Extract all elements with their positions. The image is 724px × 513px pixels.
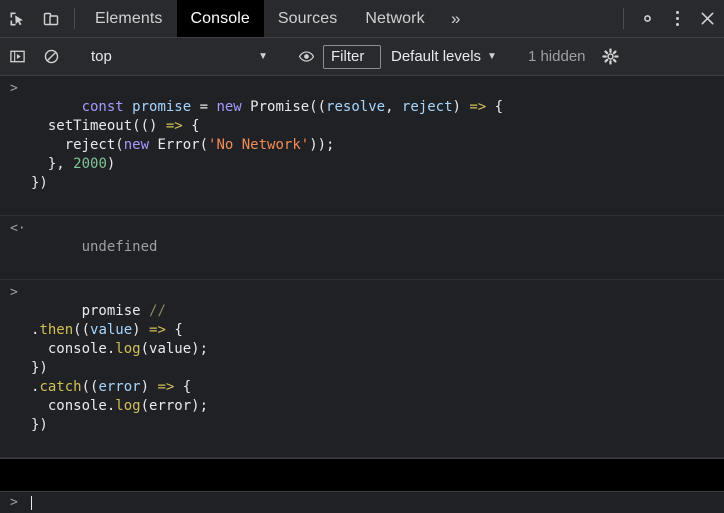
code-close-then-block: })	[31, 360, 48, 376]
log-levels-selector[interactable]: Default levels ▼	[381, 44, 507, 70]
console-input-entry-1[interactable]: > const promise = new Promise((resolve, r…	[0, 76, 724, 216]
chevron-down-icon-levels: ▼	[487, 51, 497, 62]
text-cursor	[31, 495, 32, 510]
code-brace-1: {	[486, 99, 504, 115]
code-brace-2: {	[182, 118, 200, 134]
code-open-then: ((	[73, 322, 91, 338]
tabbar-right-controls	[617, 0, 724, 37]
code-arrow-1: =>	[469, 99, 487, 115]
code-reject-call: reject(	[31, 137, 124, 153]
code-close-5: })	[31, 175, 48, 191]
code-arrow-then: =>	[149, 322, 166, 338]
close-icon[interactable]	[690, 0, 724, 37]
code-param-resolve: resolve	[326, 99, 386, 115]
code-number-2000: 2000	[73, 156, 107, 172]
more-options-icon[interactable]	[664, 0, 690, 37]
devtools-tabbar: Elements Console Sources Network »	[0, 0, 724, 38]
code-var-promise: promise	[123, 99, 200, 115]
tab-elements[interactable]: Elements	[81, 0, 177, 37]
tab-network[interactable]: Network	[351, 0, 438, 37]
result-value-undefined: undefined	[81, 239, 158, 255]
console-filter-toolbar: top ▼ Filter Default levels ▼ 1 hidden	[0, 38, 724, 76]
prompt-marker: >	[10, 495, 18, 510]
inspect-cursor-icon[interactable]	[0, 0, 34, 37]
code-close-4b: )	[106, 156, 116, 172]
console-result-entry-1[interactable]: <· undefined	[0, 216, 724, 280]
code-keyword-const: const	[81, 99, 124, 115]
code-promise-call: Promise((	[241, 99, 327, 115]
execution-context-value: top	[91, 48, 112, 65]
filter-input[interactable]: Filter	[323, 44, 381, 69]
tab-sources[interactable]: Sources	[264, 0, 351, 37]
code-ref-promise: promise	[81, 303, 150, 319]
code-console-1: console.	[31, 341, 116, 357]
code-method-log-1: log	[115, 341, 141, 357]
chevron-down-icon: ▼	[258, 51, 268, 62]
code-close-paren-1: )	[452, 99, 470, 115]
code-arrow-2: =>	[165, 118, 183, 134]
console-input-entry-2[interactable]: > promise // .then((value) => { console.l…	[0, 280, 724, 458]
code-log-arg-1: (value);	[140, 341, 209, 357]
output-marker-1: <·	[10, 221, 26, 236]
code-method-then: then	[39, 322, 74, 338]
code-error-call: Error(	[149, 137, 209, 153]
code-console-2: console.	[31, 398, 116, 414]
device-toolbar-icon[interactable]	[34, 0, 68, 37]
console-sidebar-icon[interactable]	[0, 48, 34, 65]
code-comment: //	[149, 303, 166, 319]
devtools-tab-list: Elements Console Sources Network »	[81, 0, 473, 37]
code-arrow-catch: =>	[157, 379, 175, 395]
code-method-catch: catch	[39, 379, 82, 395]
code-brace-then: {	[165, 322, 183, 338]
code-log-arg-2: (error);	[140, 398, 209, 414]
console-settings-icon[interactable]	[594, 47, 628, 66]
filter-input-text: Filter	[331, 48, 365, 65]
code-close-then: )	[132, 322, 150, 338]
gear-icon[interactable]	[630, 0, 664, 37]
code-param-value: value	[90, 322, 133, 338]
code-close-catch: )	[140, 379, 158, 395]
tab-console[interactable]: Console	[176, 0, 264, 37]
code-close-catch-block: })	[31, 417, 48, 433]
toolbar-divider-right	[623, 8, 624, 29]
console-prompt[interactable]: >	[0, 491, 724, 513]
code-comma-1: ,	[385, 99, 402, 115]
code-assign-op: =	[199, 99, 217, 115]
toolbar-divider	[74, 8, 75, 29]
more-tabs-icon[interactable]: »	[439, 0, 473, 37]
log-levels-label: Default levels	[391, 48, 482, 65]
code-close-4a: },	[31, 156, 74, 172]
execution-context-selector[interactable]: top ▼	[81, 44, 276, 70]
input-marker-1: >	[10, 81, 18, 96]
devtools-panel: Elements Console Sources Network » top ▼…	[0, 0, 724, 513]
code-keyword-new-2: new	[123, 137, 150, 153]
code-brace-catch: {	[174, 379, 192, 395]
hidden-messages-count[interactable]: 1 hidden	[520, 48, 594, 65]
code-keyword-new-1: new	[216, 99, 242, 115]
code-param-error: error	[98, 379, 141, 395]
code-settimeout: setTimeout(()	[31, 118, 166, 134]
live-expression-icon[interactable]	[289, 47, 323, 66]
input-marker-2: >	[10, 285, 18, 300]
code-open-catch: ((	[81, 379, 99, 395]
code-string-no-network: 'No Network'	[208, 137, 310, 153]
code-close-3: ));	[309, 137, 335, 153]
code-method-log-2: log	[115, 398, 141, 414]
console-error-entry[interactable]: Error: No Network at <anonymous>:3:12 VM…	[0, 458, 724, 491]
clear-console-icon[interactable]	[34, 48, 68, 65]
code-param-reject: reject	[401, 99, 453, 115]
console-message-list[interactable]: > const promise = new Promise((resolve, r…	[0, 76, 724, 491]
